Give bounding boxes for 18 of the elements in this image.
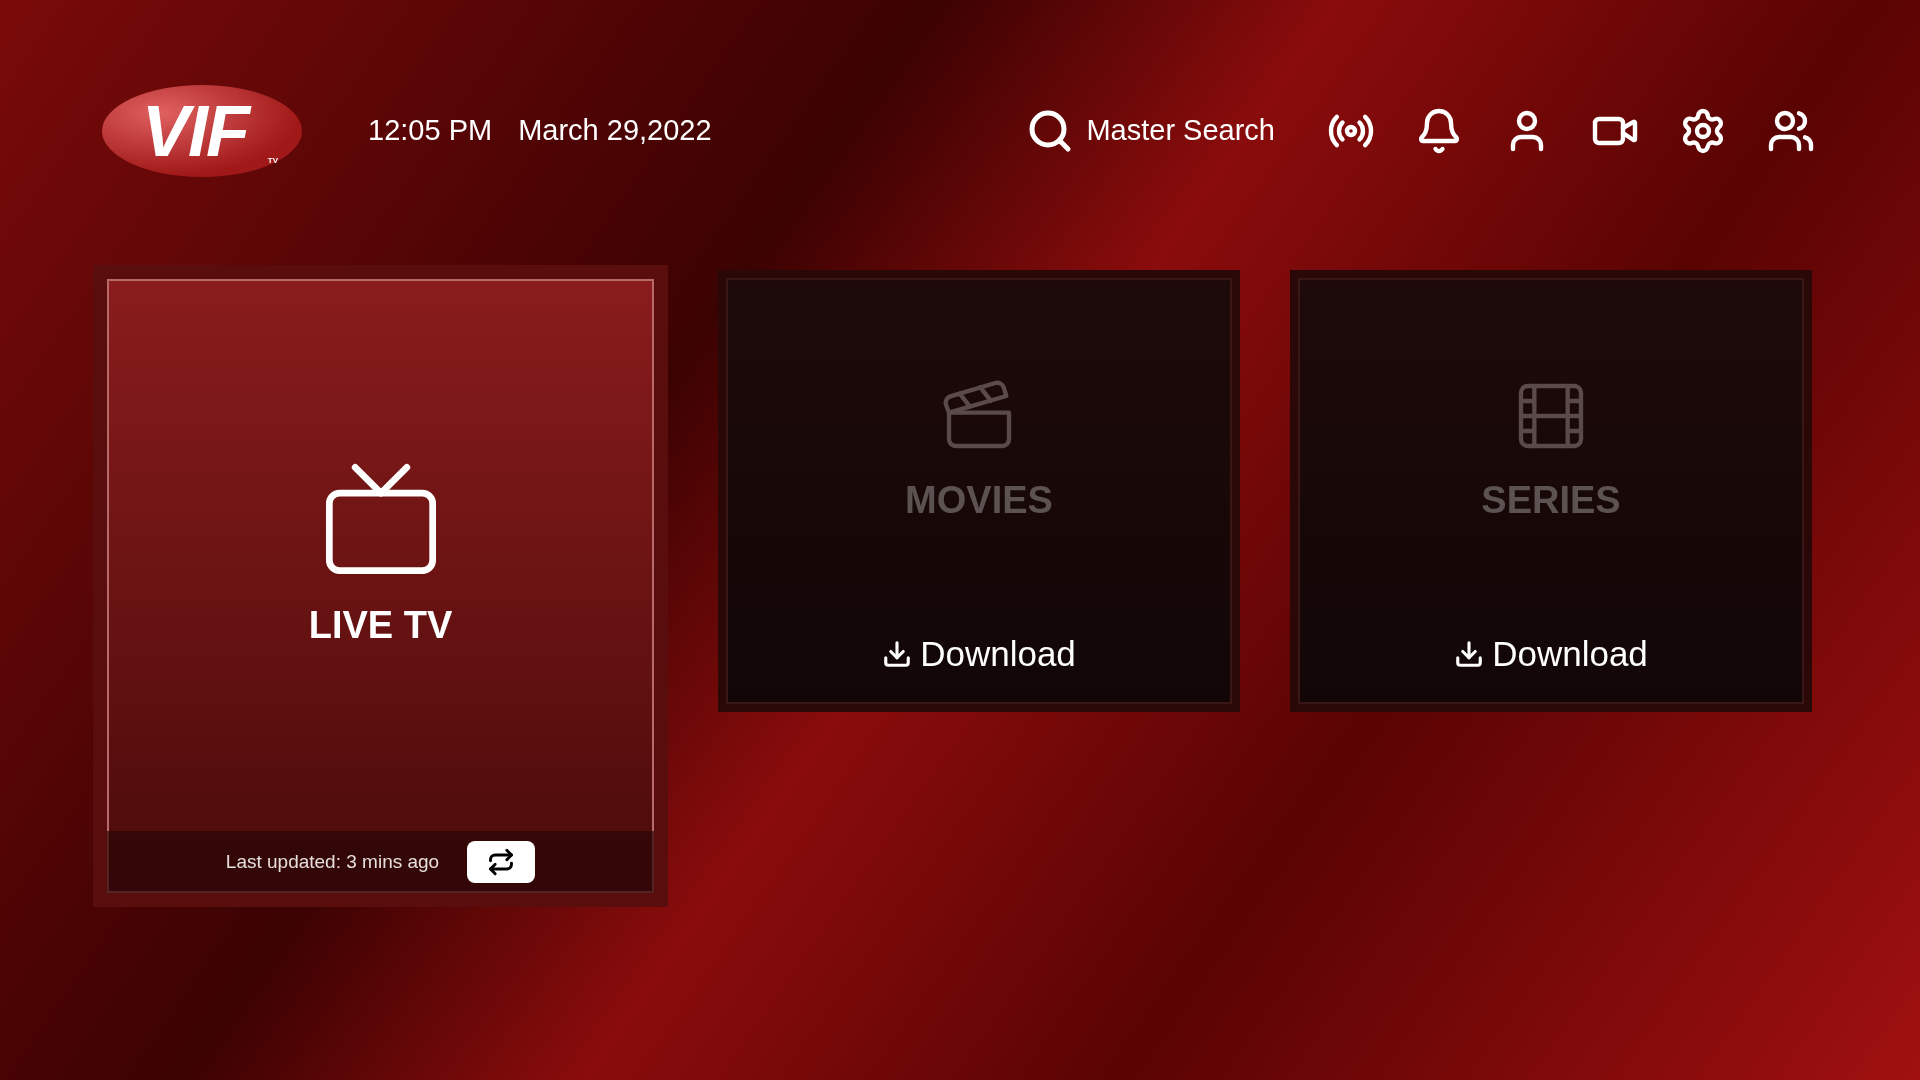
refresh-button[interactable] — [467, 841, 536, 883]
menu-card[interactable]: SERIES Download — [1290, 270, 1812, 712]
download-icon — [882, 638, 913, 669]
menu-card[interactable]: MOVIES Download — [718, 270, 1240, 712]
date-text: March 29,2022 — [518, 112, 712, 148]
card-title: SERIES — [1481, 478, 1621, 524]
logo-text: VIF — [141, 89, 252, 173]
refresh-icon — [487, 848, 516, 876]
download-button[interactable]: Download — [1454, 627, 1648, 680]
master-search-button[interactable]: Master Search — [1026, 106, 1275, 155]
card-title: MOVIES — [905, 478, 1053, 524]
download-icon — [1454, 638, 1485, 669]
logo-tv-label: TV — [267, 154, 278, 167]
clock-time: 12:05 PM — [368, 112, 493, 148]
card-title: LIVE TV — [308, 602, 453, 648]
menu-card[interactable]: LIVE TV Last updated: 3 mins ago — [93, 265, 668, 907]
download-button[interactable]: Download — [882, 627, 1076, 680]
last-updated-text: Last updated: 3 mins ago — [225, 849, 440, 874]
